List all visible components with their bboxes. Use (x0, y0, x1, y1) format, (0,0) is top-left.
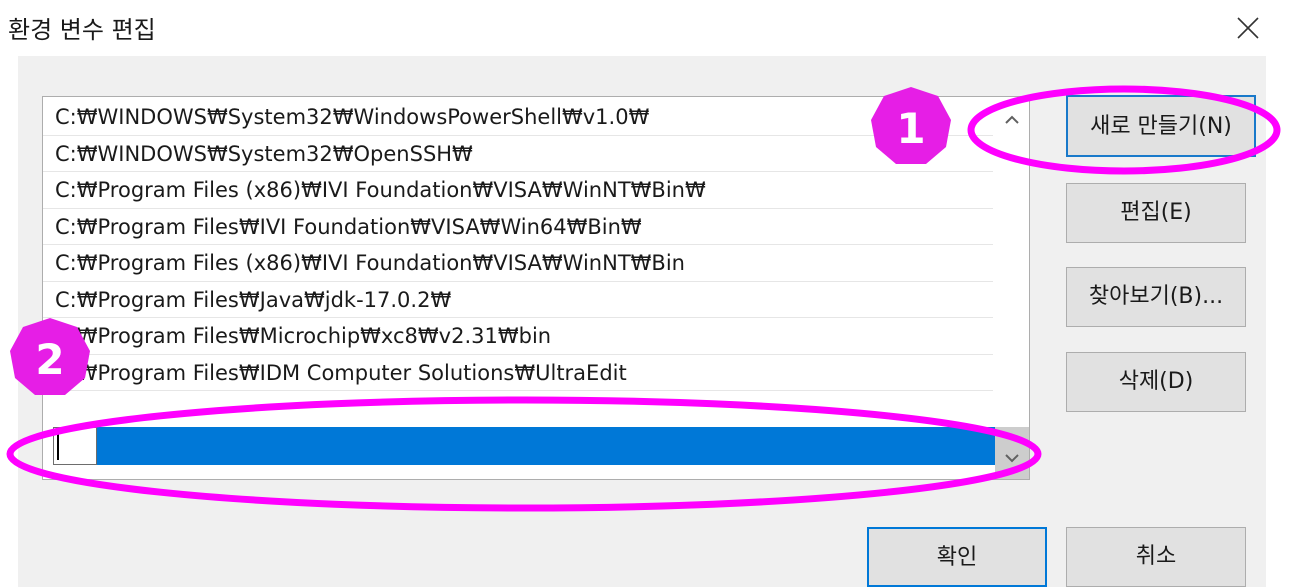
list-item[interactable]: C:₩WINDOWS₩System32₩WindowsPowerShell₩v1… (43, 99, 993, 136)
list-item[interactable]: C:₩Program Files₩IVI Foundation₩VISA₩Win… (43, 209, 993, 245)
chevron-down-icon (1005, 454, 1019, 463)
scroll-up-button[interactable] (995, 99, 1029, 139)
list-item[interactable]: C:₩Program Files₩Java₩jdk-17.0.2₩ (43, 282, 993, 318)
delete-button-label: 삭제(D) (1118, 369, 1194, 394)
path-listbox[interactable]: C:₩WINDOWS₩System32₩WindowsPowerShell₩v1… (42, 96, 1030, 480)
browse-button[interactable]: 찾아보기(B)... (1066, 267, 1246, 327)
window-title: 환경 변수 편집 (8, 16, 156, 44)
new-entry-input[interactable] (53, 427, 97, 465)
scroll-track[interactable] (995, 139, 1029, 479)
new-button-label: 새로 만들기(N) (1090, 114, 1232, 139)
close-icon (1237, 17, 1259, 39)
list-item[interactable]: C:₩Program Files₩Microchip₩xc8₩v2.31₩bin (43, 318, 993, 355)
path-list: C:₩WINDOWS₩System32₩WindowsPowerShell₩v1… (43, 99, 993, 391)
ok-button[interactable]: 확인 (867, 527, 1047, 587)
list-item[interactable]: C:₩Program Files (x86)₩IVI Foundation₩VI… (43, 245, 993, 282)
list-item[interactable]: C:₩Program Files₩IDM Computer Solutions₩… (43, 355, 993, 391)
edit-button[interactable]: 편집(E) (1066, 183, 1246, 243)
cancel-button-label: 취소 (1135, 544, 1177, 569)
title-bar: 환경 변수 편집 (0, 0, 1290, 56)
scroll-down-button[interactable] (995, 439, 1029, 479)
list-item[interactable]: C:₩WINDOWS₩System32₩OpenSSH₩ (43, 136, 993, 172)
delete-button[interactable]: 삭제(D) (1066, 352, 1246, 412)
new-entry-row[interactable] (53, 427, 995, 465)
cancel-button[interactable]: 취소 (1066, 527, 1246, 587)
close-button[interactable] (1228, 8, 1268, 48)
list-item[interactable]: C:₩Program Files (x86)₩IVI Foundation₩VI… (43, 172, 993, 209)
browse-button-label: 찾아보기(B)... (1088, 284, 1224, 309)
vertical-scrollbar[interactable] (995, 97, 1029, 479)
chevron-up-icon (1005, 115, 1019, 124)
ok-button-label: 확인 (936, 545, 978, 570)
text-caret (57, 434, 59, 460)
edit-button-label: 편집(E) (1120, 200, 1192, 225)
new-button[interactable]: 새로 만들기(N) (1066, 95, 1256, 157)
